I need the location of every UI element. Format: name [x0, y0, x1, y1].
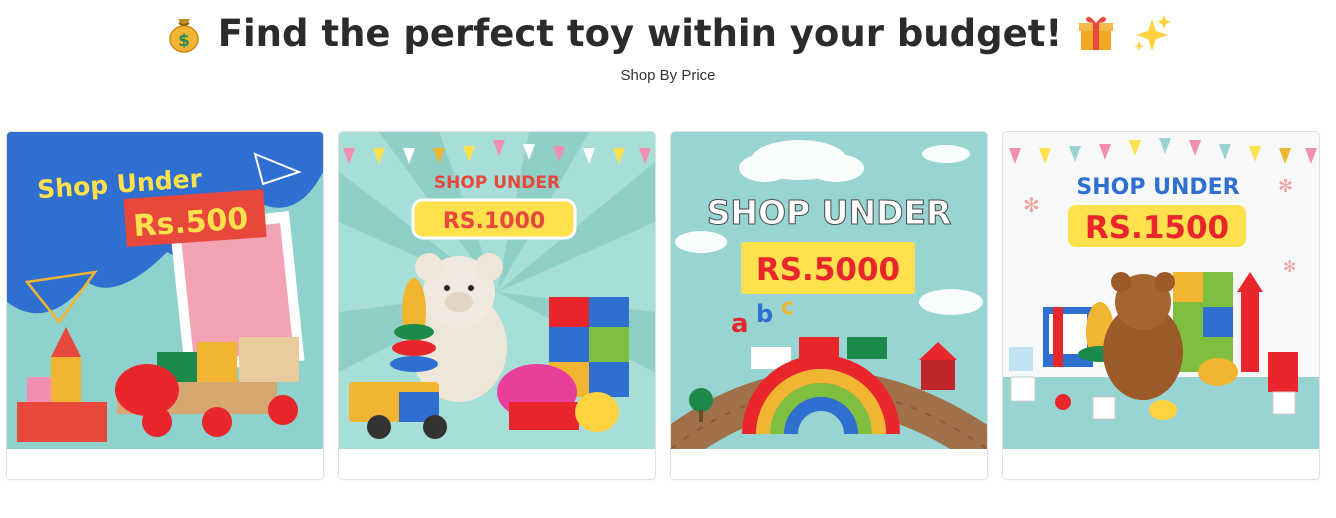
svg-text:✻: ✻ [1023, 193, 1040, 217]
page-title-text: Find the perfect toy within your budget! [217, 11, 1063, 55]
price-card-5000-footer [671, 449, 987, 479]
price-card-500[interactable]: Shop Under Rs.500 [6, 131, 324, 480]
price-card-1500-footer [1003, 449, 1319, 479]
page-header: $ Find the perfect toy within your budge… [0, 0, 1336, 85]
gift-icon [1074, 11, 1118, 55]
card-4-line1: SHOP UNDER [1076, 175, 1239, 200]
card-3-line1: SHOP UNDER [707, 193, 952, 232]
svg-text:$: $ [178, 31, 190, 51]
price-card-500-banner: Shop Under Rs.500 [7, 132, 323, 449]
price-card-500-footer [7, 449, 323, 479]
price-card-1500[interactable]: SHOP UNDER RS.1500 ✻ ✻ ✻ [1002, 131, 1320, 480]
price-card-5000[interactable]: SHOP UNDER RS.5000 a b c [670, 131, 988, 480]
card-3-line2: RS.5000 [756, 252, 900, 288]
price-card-1000-footer [339, 449, 655, 479]
svg-text:c: c [781, 295, 794, 320]
card-2-line2: RS.1000 [443, 209, 545, 234]
card-4-line2: RS.1500 [1085, 210, 1229, 246]
price-card-1000-banner: SHOP UNDER RS.1000 [339, 132, 655, 449]
money-bag-icon: $ [162, 11, 206, 55]
price-card-5000-banner: SHOP UNDER RS.5000 a b c [671, 132, 987, 449]
price-card-1500-banner: SHOP UNDER RS.1500 ✻ ✻ ✻ [1003, 132, 1319, 449]
page-subtitle: Shop By Price [620, 67, 716, 84]
card-2-line1: SHOP UNDER [434, 173, 560, 193]
svg-text:a: a [731, 309, 749, 339]
svg-text:✻: ✻ [1283, 257, 1296, 276]
svg-text:✻: ✻ [1278, 176, 1293, 197]
price-card-1000[interactable]: SHOP UNDER RS.1000 [338, 131, 656, 480]
sparkles-icon [1130, 11, 1174, 55]
svg-text:b: b [756, 300, 773, 328]
price-card-grid: Shop Under Rs.500 SHOP UNDER RS.1000 SHO… [6, 131, 1320, 480]
page-title: $ Find the perfect toy within your budge… [162, 8, 1175, 58]
